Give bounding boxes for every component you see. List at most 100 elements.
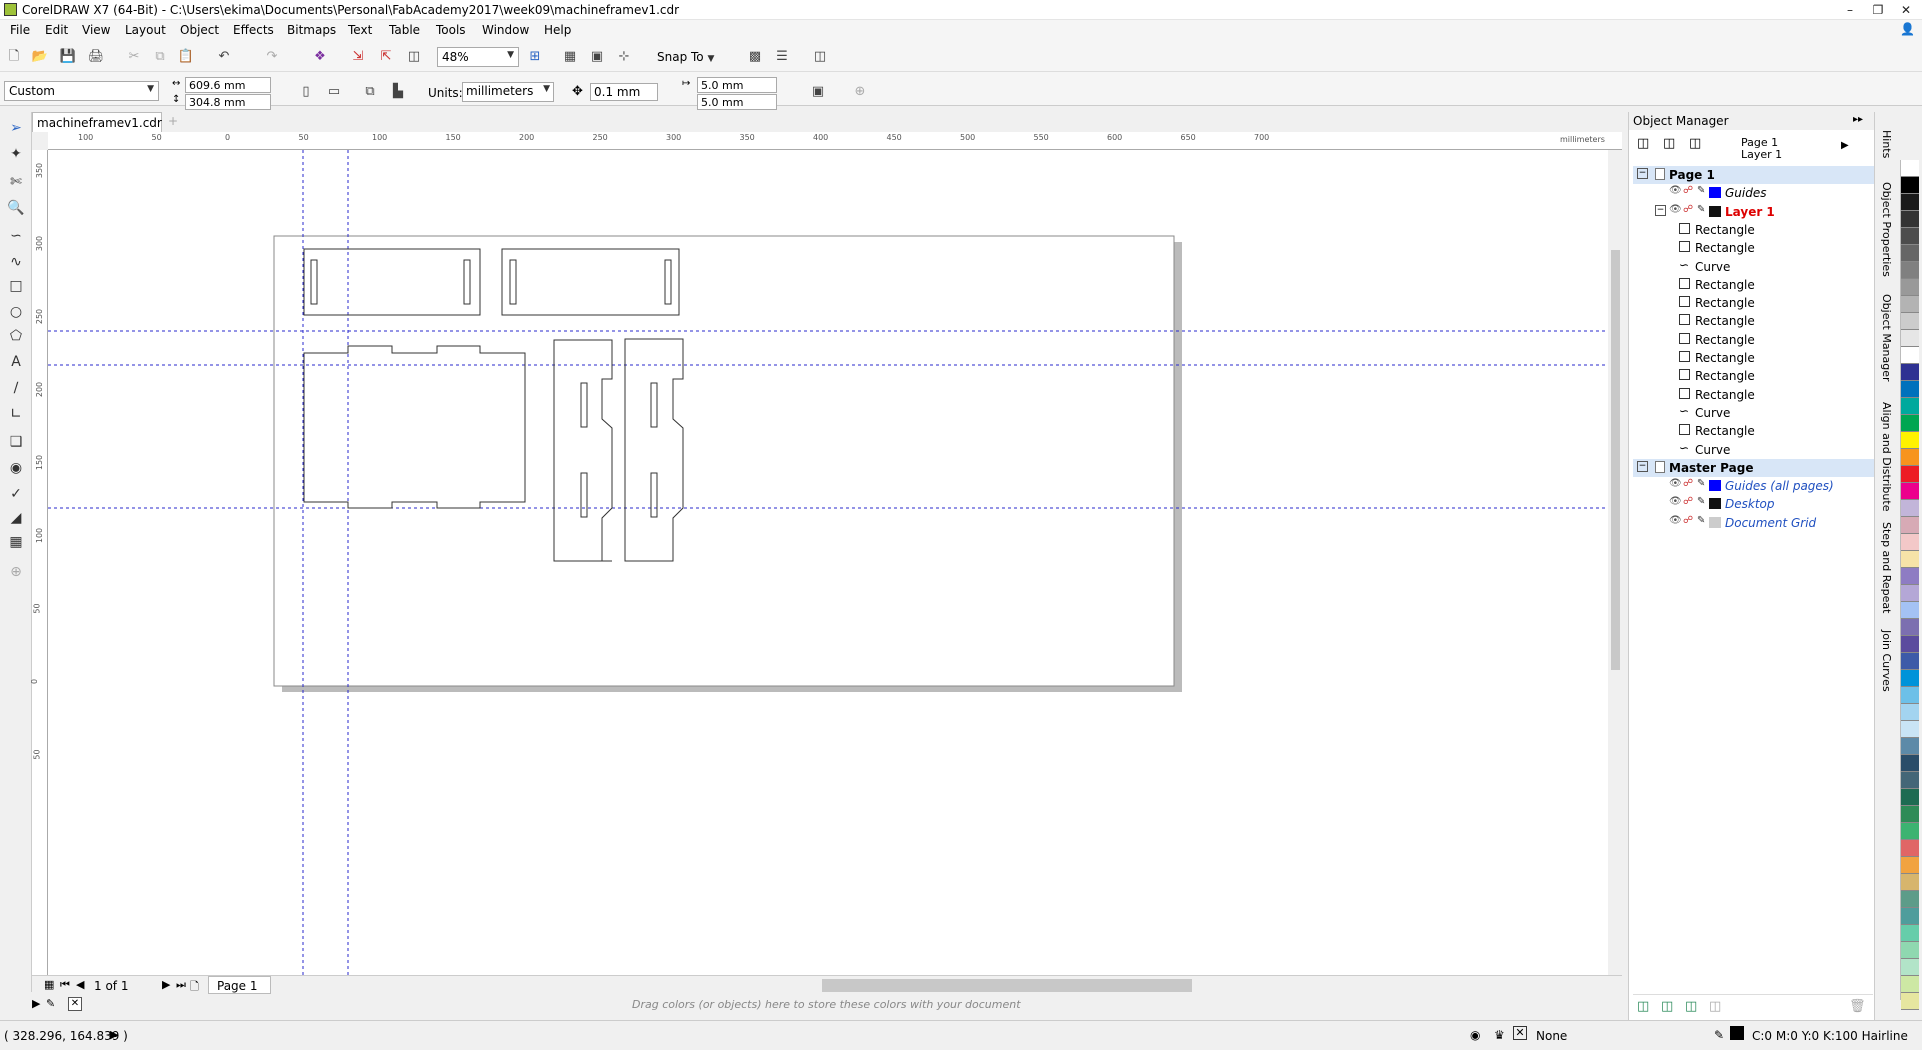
color-swatch[interactable]: [1901, 874, 1919, 891]
new-tab-icon[interactable]: +: [168, 114, 178, 128]
polygon-tool-icon[interactable]: ⬠: [6, 326, 26, 346]
eyedropper-icon[interactable]: ✎: [46, 997, 55, 1010]
first-page-icon[interactable]: ⏮: [60, 978, 70, 992]
menu-edit[interactable]: Edit: [45, 23, 68, 37]
expand-status-icon[interactable]: ▶: [110, 1028, 118, 1041]
docker-tab-align[interactable]: Align and Distribute: [1880, 402, 1893, 511]
color-swatch[interactable]: [1901, 704, 1919, 721]
prev-page-icon[interactable]: ◀: [76, 978, 84, 991]
application-launcher-icon[interactable]: ◫: [810, 47, 830, 67]
layer-color-swatch[interactable]: [1709, 498, 1721, 510]
color-swatch[interactable]: [1901, 262, 1919, 279]
color-swatch[interactable]: [1901, 585, 1919, 602]
portrait-icon[interactable]: ▯: [296, 82, 316, 102]
layer-color-swatch[interactable]: [1709, 205, 1721, 217]
smart-fill-icon[interactable]: ▦: [6, 532, 26, 552]
menu-layout[interactable]: Layout: [125, 23, 166, 37]
pencil-icon[interactable]: ✎: [1697, 204, 1705, 215]
color-swatch[interactable]: [1901, 721, 1919, 738]
color-swatch[interactable]: [1901, 653, 1919, 670]
om-row-rect[interactable]: Rectangle: [1633, 331, 1879, 349]
add-icon[interactable]: ⊕: [850, 82, 870, 102]
color-swatch[interactable]: [1901, 823, 1919, 840]
menu-table[interactable]: Table: [389, 23, 420, 37]
om-row-curve[interactable]: ∽ Curve: [1633, 441, 1879, 459]
om-row-master[interactable]: 👁 ☍ ✎ Guides (all pages): [1633, 477, 1879, 495]
color-swatch[interactable]: [1901, 228, 1919, 245]
layer-color-swatch[interactable]: [1709, 516, 1721, 528]
om-row-rect[interactable]: Rectangle: [1633, 276, 1879, 294]
duplicate-y-input[interactable]: 5.0 mm: [697, 94, 777, 110]
landscape-icon[interactable]: ▭: [324, 82, 344, 102]
menu-effects[interactable]: Effects: [233, 23, 274, 37]
color-swatch[interactable]: [1901, 517, 1919, 534]
page-tab[interactable]: Page 1: [208, 976, 271, 994]
color-swatch[interactable]: [1901, 908, 1919, 925]
current-page-icon[interactable]: ▙: [388, 82, 408, 102]
om-row-rect[interactable]: Rectangle: [1633, 367, 1879, 385]
color-swatch[interactable]: [1901, 483, 1919, 500]
menu-tools[interactable]: Tools: [436, 23, 466, 37]
show-rulers-icon[interactable]: ▣: [587, 47, 607, 67]
welcome-screen-icon[interactable]: ▩: [745, 47, 765, 67]
collapse-icon[interactable]: −: [1655, 204, 1666, 216]
freehand-tool-icon[interactable]: ∽: [6, 226, 26, 246]
new-master-layer-odd-icon[interactable]: ◫: [1709, 999, 1721, 1014]
color-swatch[interactable]: [1901, 466, 1919, 483]
pencil-icon[interactable]: ✎: [1697, 478, 1705, 489]
menu-window[interactable]: Window: [482, 23, 529, 37]
color-swatch[interactable]: [1901, 806, 1919, 823]
zoom-tool-icon[interactable]: 🔍: [6, 198, 26, 218]
om-row-rect[interactable]: Rectangle: [1633, 239, 1879, 257]
om-row-rect[interactable]: Rectangle: [1633, 294, 1879, 312]
docker-tab-step-repeat[interactable]: Step and Repeat: [1880, 522, 1893, 613]
add-tool-icon[interactable]: ⊕: [6, 562, 26, 582]
color-swatch[interactable]: [1901, 840, 1919, 857]
drawing-canvas[interactable]: [48, 150, 1608, 975]
zoom-level-select[interactable]: 48% ▼: [437, 47, 519, 67]
menu-view[interactable]: View: [82, 23, 110, 37]
color-swatch[interactable]: [1901, 160, 1919, 177]
text-tool-icon[interactable]: A: [6, 352, 26, 372]
eye-icon[interactable]: 👁: [1669, 185, 1682, 196]
color-swatch[interactable]: [1901, 211, 1919, 228]
printer-icon[interactable]: ☍: [1683, 496, 1693, 507]
color-swatch[interactable]: [1901, 976, 1919, 993]
color-swatch[interactable]: [1901, 942, 1919, 959]
copy-icon[interactable]: ⧉: [150, 47, 170, 67]
pick-tool-icon[interactable]: ➢: [6, 118, 26, 138]
om-row-master[interactable]: 👁 ☍ ✎ Desktop: [1633, 495, 1879, 513]
om-row-layer-guides[interactable]: 👁 ☍ ✎ Guides: [1633, 184, 1879, 202]
color-swatch[interactable]: [1901, 330, 1919, 347]
artistic-media-icon[interactable]: ∿: [6, 252, 26, 272]
all-pages-icon[interactable]: ⧉: [360, 82, 380, 102]
docker-tab-join-curves[interactable]: Join Curves: [1880, 630, 1893, 692]
menu-object[interactable]: Object: [180, 23, 219, 37]
color-swatch[interactable]: [1901, 432, 1919, 449]
color-swatch[interactable]: [1901, 398, 1919, 415]
docker-tab-object-properties[interactable]: Object Properties: [1880, 182, 1893, 277]
color-swatch[interactable]: [1901, 993, 1919, 1010]
color-swatch[interactable]: [1901, 925, 1919, 942]
color-swatch[interactable]: [1901, 279, 1919, 296]
publish-pdf-icon[interactable]: ◫: [404, 47, 424, 67]
palette-play-icon[interactable]: ▶: [32, 997, 40, 1010]
delete-icon[interactable]: 🗑: [1849, 999, 1866, 1014]
om-row-layer-active[interactable]: 👁 ☍ ✎ − Layer 1: [1633, 203, 1879, 221]
new-document-icon[interactable]: 🗋: [4, 47, 24, 67]
color-swatch[interactable]: [1901, 602, 1919, 619]
color-swatch[interactable]: [1901, 194, 1919, 211]
parallel-dimension-icon[interactable]: ∕: [6, 378, 26, 398]
printer-icon[interactable]: ☍: [1683, 185, 1693, 196]
color-swatch[interactable]: [1901, 177, 1919, 194]
color-swatch[interactable]: [1901, 347, 1919, 364]
treat-as-filled-icon[interactable]: ▣: [808, 82, 828, 102]
docker-tab-object-manager[interactable]: Object Manager: [1880, 294, 1893, 382]
import-icon[interactable]: ⇲: [348, 47, 368, 67]
om-row-page[interactable]: − Master Page: [1633, 458, 1879, 477]
eye-icon[interactable]: 👁: [1669, 496, 1682, 507]
zoom-fit-icon[interactable]: ⊞: [525, 47, 545, 67]
crop-tool-icon[interactable]: ✄: [6, 172, 26, 192]
color-swatch[interactable]: [1901, 313, 1919, 330]
no-color-icon[interactable]: ✕: [68, 997, 82, 1011]
